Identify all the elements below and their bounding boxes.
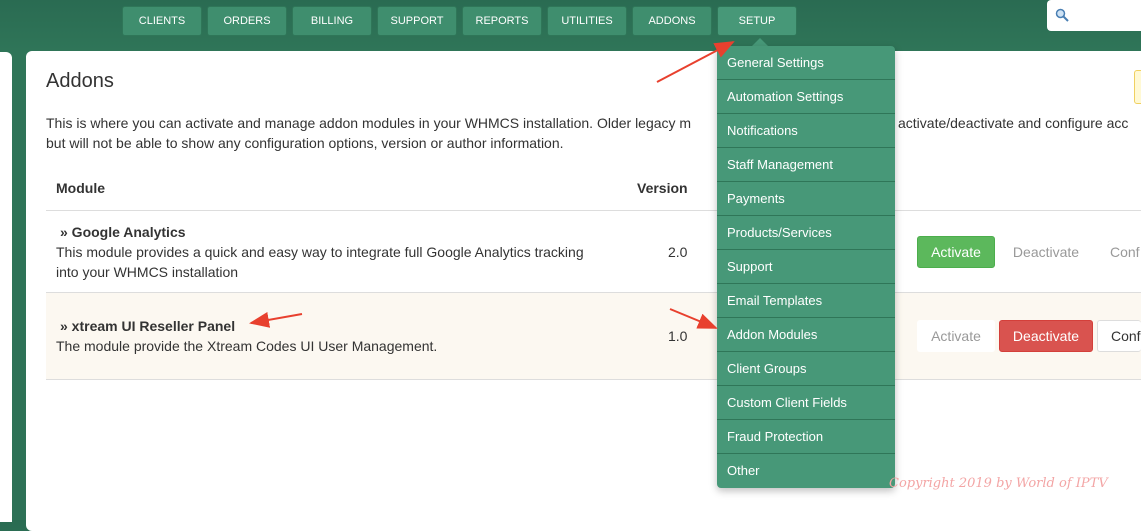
copyright-watermark: Copyright 2019 by World of IPTV xyxy=(889,476,1108,491)
arrow-to-xtream-module xyxy=(249,311,303,328)
arrow-to-setup xyxy=(656,41,735,83)
arrow-to-addon-modules xyxy=(669,308,718,329)
annotation-arrows xyxy=(249,41,735,329)
